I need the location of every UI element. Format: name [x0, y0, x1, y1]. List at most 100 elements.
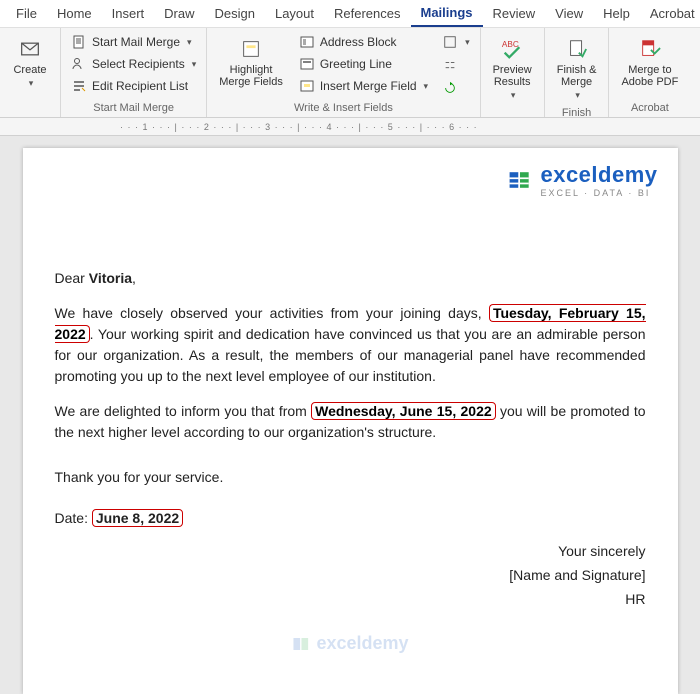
group-write-insert: Highlight Merge Fields Address Block Gre…: [207, 28, 480, 117]
group-label: Acrobat: [615, 100, 684, 117]
tab-layout[interactable]: Layout: [265, 1, 324, 26]
envelope-icon: [16, 36, 44, 62]
letter-body: Dear Vitoria, We have closely observed y…: [55, 268, 646, 607]
page[interactable]: exceldemy EXCEL · DATA · BI Dear Vitoria…: [23, 148, 678, 694]
chevron-down-icon: ▾: [187, 37, 192, 48]
chevron-down-icon: ▾: [29, 78, 34, 89]
preview-results-button[interactable]: ABC Preview Results ▾: [487, 32, 538, 105]
chevron-down-icon: ▾: [575, 90, 580, 101]
btn-label: Edit Recipient List: [92, 79, 188, 93]
start-mail-merge-button[interactable]: Start Mail Merge ▾: [67, 32, 200, 52]
group-start-mail-merge: Start Mail Merge▾ Select Recipients▾ Edi…: [61, 28, 207, 117]
p1b-text: . Your working spirit and dedication hav…: [55, 326, 646, 384]
match-fields-button[interactable]: [438, 55, 474, 75]
group-create: Create ▾: [0, 28, 61, 117]
tab-view[interactable]: View: [545, 1, 593, 26]
rules-button[interactable]: ▾: [438, 32, 474, 52]
edit-recipient-list-button[interactable]: Edit Recipient List: [67, 76, 200, 96]
update-icon: [442, 80, 458, 96]
date-label: Date:: [55, 510, 92, 526]
address-icon: [299, 34, 315, 50]
finish-icon: [563, 36, 591, 62]
tab-draw[interactable]: Draw: [154, 1, 204, 26]
svg-text:ABC: ABC: [502, 40, 519, 49]
group-label: Write & Insert Fields: [213, 100, 473, 117]
paragraph-2: We are delighted to inform you that from…: [55, 401, 646, 443]
date-line: Date: June 8, 2022: [55, 508, 646, 529]
address-block-button[interactable]: Address Block: [295, 32, 432, 52]
signature-placeholder: [Name and Signature]: [55, 567, 646, 583]
group-acrobat: Merge to Adobe PDF Acrobat: [609, 28, 690, 117]
logo-icon: [506, 167, 534, 193]
watermark-text: exceldemy: [316, 633, 408, 654]
tab-acrobat[interactable]: Acrobat: [640, 1, 700, 26]
tab-mailings[interactable]: Mailings: [411, 0, 483, 27]
group-label: [6, 100, 54, 117]
ribbon-tabs: File Home Insert Draw Design Layout Refe…: [0, 0, 700, 28]
paragraph-1: We have closely observed your activities…: [55, 303, 646, 387]
people-icon: [71, 56, 87, 72]
document-area: exceldemy EXCEL · DATA · BI Dear Vitoria…: [0, 136, 700, 694]
greeting-icon: [299, 56, 315, 72]
p2a-text: We are delighted to inform you that from: [55, 403, 312, 419]
sincerely-line: Your sincerely: [55, 543, 646, 559]
tab-home[interactable]: Home: [47, 1, 102, 26]
abc-check-icon: ABC: [498, 36, 526, 62]
chevron-down-icon: ▾: [465, 37, 470, 48]
select-recipients-button[interactable]: Select Recipients ▾: [67, 54, 200, 74]
pdf-icon: [636, 36, 664, 62]
btn-label: Merge to Adobe PDF: [621, 64, 678, 88]
insert-merge-field-button[interactable]: Insert Merge Field▾: [295, 76, 432, 96]
update-labels-button[interactable]: [438, 78, 474, 98]
logo-text: exceldemy: [540, 162, 657, 188]
chevron-down-icon: ▾: [192, 59, 197, 70]
create-button[interactable]: Create ▾: [6, 32, 54, 93]
list-edit-icon: [71, 78, 87, 94]
ribbon: Create ▾ Start Mail Merge ▾ Select Recipi…: [0, 28, 700, 118]
tab-file[interactable]: File: [6, 1, 47, 26]
highlight-merge-fields-button[interactable]: Highlight Merge Fields: [213, 32, 289, 92]
promotion-date-field: Wednesday, June 15, 2022: [311, 402, 496, 420]
rules-icon: [442, 34, 458, 50]
closing: Your sincerely [Name and Signature] HR: [55, 543, 646, 607]
tab-review[interactable]: Review: [483, 1, 546, 26]
tab-references[interactable]: References: [324, 1, 410, 26]
chevron-down-icon: ▾: [511, 90, 516, 101]
create-label: Create: [13, 64, 46, 76]
greeting-line-button[interactable]: Greeting Line: [295, 54, 432, 74]
tab-design[interactable]: Design: [205, 1, 265, 26]
btn-label: Finish & Merge: [557, 64, 597, 88]
dear-label: Dear: [55, 270, 89, 286]
btn-label: Select Recipients: [92, 57, 185, 71]
merge-to-pdf-button[interactable]: Merge to Adobe PDF: [615, 32, 684, 92]
p1a-text: We have closely observed your activities…: [55, 305, 489, 321]
match-icon: [442, 57, 458, 73]
group-label: Start Mail Merge: [67, 100, 200, 117]
highlight-icon: [237, 36, 265, 62]
document-icon: [71, 34, 87, 50]
salutation: Dear Vitoria,: [55, 268, 646, 289]
tab-insert[interactable]: Insert: [102, 1, 155, 26]
finish-merge-button[interactable]: Finish & Merge ▾: [551, 32, 603, 105]
group-label: [487, 105, 538, 122]
comma: ,: [132, 270, 136, 286]
group-finish: Finish & Merge ▾ Finish: [545, 28, 610, 117]
tab-help[interactable]: Help: [593, 1, 640, 26]
btn-label: Start Mail Merge: [92, 35, 180, 49]
hr-line: HR: [55, 591, 646, 607]
btn-label: Preview Results: [493, 64, 532, 88]
chevron-down-icon: ▾: [424, 81, 429, 92]
field-icon: [299, 78, 315, 94]
btn-label: Highlight Merge Fields: [219, 64, 283, 88]
logo-icon: [291, 634, 311, 654]
logo-subtext: EXCEL · DATA · BI: [540, 188, 657, 198]
letter-date-field: June 8, 2022: [92, 509, 183, 527]
watermark: exceldemy: [291, 633, 408, 654]
recipient-name: Vitoria: [89, 270, 132, 286]
group-preview: ABC Preview Results ▾: [481, 28, 545, 117]
btn-label: Address Block: [320, 35, 397, 49]
thanks-line: Thank you for your service.: [55, 467, 646, 488]
btn-label: Greeting Line: [320, 57, 392, 71]
exceldemy-logo: exceldemy EXCEL · DATA · BI: [506, 162, 657, 198]
group-label: Finish: [551, 105, 603, 122]
